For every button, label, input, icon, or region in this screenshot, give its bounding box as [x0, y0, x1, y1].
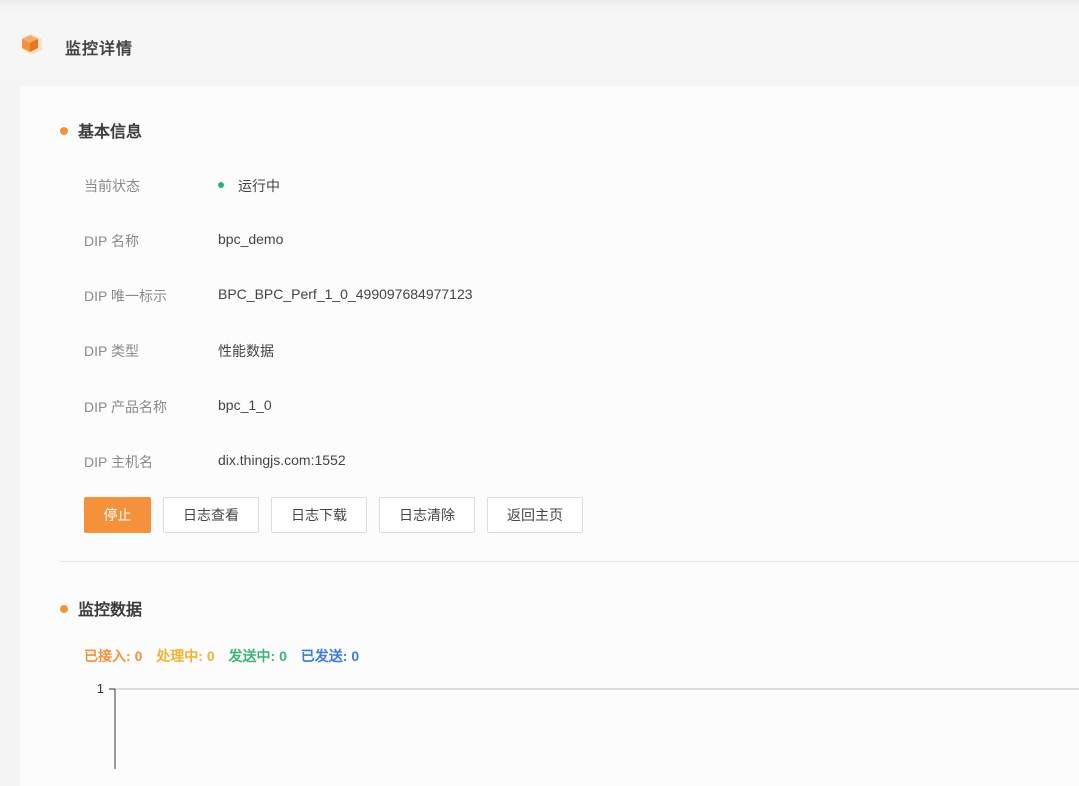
info-value: BPC_BPC_Perf_1_0_499097684977123 [218, 286, 473, 302]
section-basic-info: 基本信息 [60, 118, 142, 142]
stop-button[interactable]: 停止 [84, 497, 151, 533]
stat-sent: 已发送: 0 [300, 648, 360, 664]
info-value: dix.thingjs.com:1552 [218, 452, 346, 468]
page-title: 监控详情 [65, 41, 134, 58]
y-tick-label: 1 [97, 681, 104, 696]
info-value: bpc_demo [218, 231, 284, 247]
section-monitor-data: 监控数据 [60, 596, 142, 620]
stat-received: 已接入: 0 [84, 648, 143, 664]
info-label: DIP 类型 [84, 343, 139, 359]
back-home-button[interactable]: 返回主页 [487, 497, 583, 533]
section-divider [60, 561, 1079, 562]
info-label: DIP 主机名 [84, 454, 153, 470]
status-dot-icon [218, 182, 224, 189]
section-title: 监控数据 [78, 602, 143, 619]
cube-logo-icon [22, 34, 42, 55]
info-label: DIP 唯一标示 [84, 288, 167, 304]
download-log-button[interactable]: 日志下载 [271, 497, 367, 533]
section-title: 基本信息 [78, 124, 143, 141]
info-value: 运行中 [218, 176, 280, 196]
clear-log-button[interactable]: 日志清除 [379, 497, 475, 533]
info-label: DIP 名称 [84, 233, 139, 249]
bullet-dot-icon [60, 126, 68, 135]
stat-processing: 处理中: 0 [156, 648, 215, 664]
status-text: 运行中 [238, 178, 280, 194]
stat-sending: 发送中: 0 [228, 648, 287, 664]
monitor-chart: 1 [97, 681, 1079, 769]
info-value: bpc_1_0 [218, 397, 272, 413]
info-label: 当前状态 [84, 178, 140, 194]
info-value: 性能数据 [218, 343, 274, 359]
bullet-dot-icon [60, 604, 68, 613]
top-bar [0, 0, 1079, 80]
view-log-button[interactable]: 日志查看 [163, 497, 259, 533]
monitor-stats: 已接入: 0 处理中: 0 发送中: 0 已发送: 0 [84, 646, 369, 666]
info-label: DIP 产品名称 [84, 399, 167, 415]
